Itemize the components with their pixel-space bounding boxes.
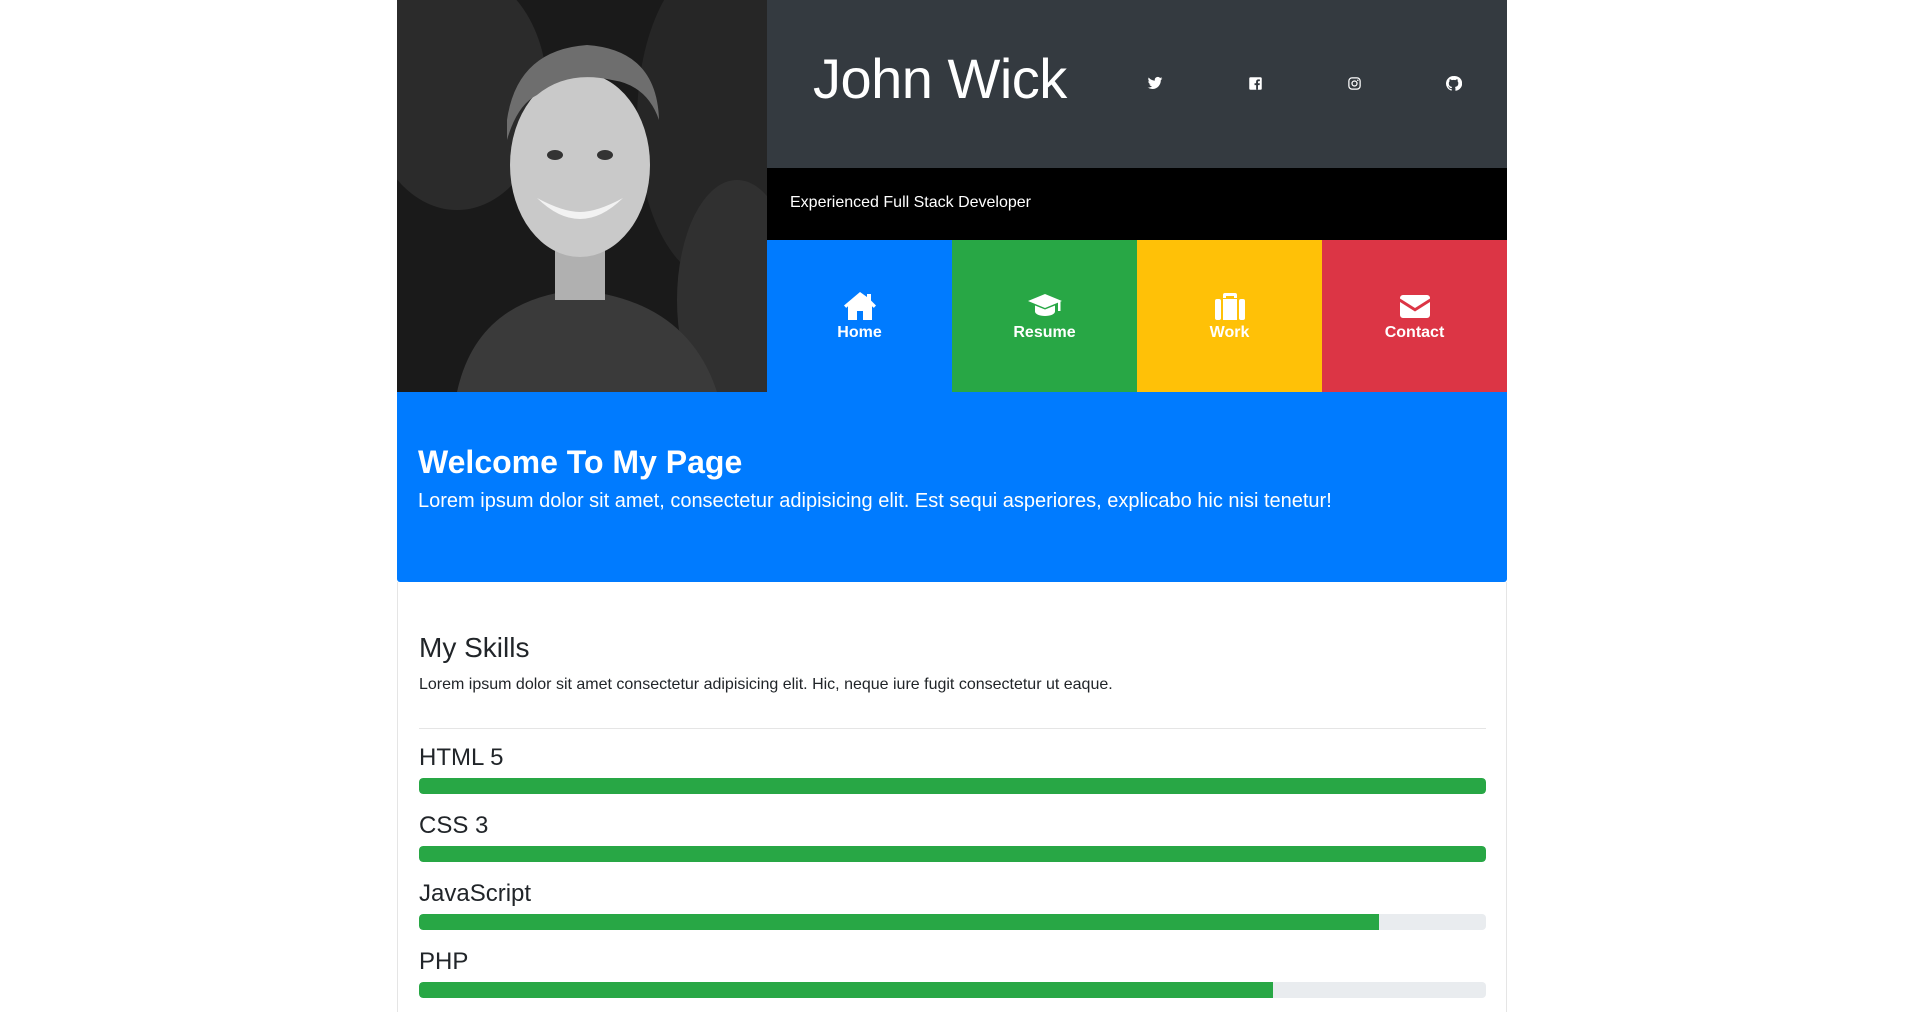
skill-label: CSS 3 <box>419 812 489 839</box>
progress-bar <box>419 778 1486 794</box>
nav-work[interactable]: Work <box>1137 240 1322 392</box>
progress-fill <box>419 846 1486 862</box>
briefcase-icon <box>1214 293 1245 320</box>
nav-work-label: Work <box>1209 324 1250 341</box>
github-link[interactable] <box>1442 72 1464 94</box>
welcome-banner: Welcome To My Page Lorem ipsum dolor sit… <box>397 392 1507 582</box>
progress-bar <box>419 914 1486 930</box>
progress-fill <box>419 914 1380 930</box>
github-icon <box>1445 75 1462 91</box>
instagram-link[interactable] <box>1343 72 1365 94</box>
facebook-link[interactable] <box>1244 72 1266 94</box>
page-container: John Wick Experienced Full Stack Develop… <box>397 0 1507 1012</box>
skill-label: HTML 5 <box>419 744 504 771</box>
progress-fill <box>419 778 1486 794</box>
progress-fill <box>419 982 1273 998</box>
nav-contact[interactable]: Contact <box>1322 240 1507 392</box>
tagline-text: Experienced Full Stack Developer <box>790 194 1032 211</box>
graduation-cap-icon <box>1027 294 1062 316</box>
skill-label: PHP <box>419 948 469 975</box>
nav-home[interactable]: Home <box>767 240 952 392</box>
progress-bar <box>419 846 1486 862</box>
skills-text: Lorem ipsum dolor sit amet consectetur a… <box>419 676 1113 693</box>
main-nav: Home Resume Work Contact <box>767 240 1507 392</box>
nav-home-label: Home <box>837 324 882 341</box>
skill-item: HTML 5 <box>419 744 1486 794</box>
envelope-icon <box>1399 295 1430 318</box>
nav-resume[interactable]: Resume <box>952 240 1137 392</box>
skill-item: CSS 3 <box>419 812 1486 862</box>
home-icon <box>843 292 876 320</box>
nav-resume-label: Resume <box>1013 324 1076 341</box>
divider <box>419 728 1486 729</box>
facebook-icon <box>1248 76 1262 90</box>
twitter-icon <box>1147 76 1163 89</box>
page-title: John Wick <box>813 47 1067 110</box>
skill-item: JavaScript <box>419 880 1486 930</box>
instagram-icon <box>1347 76 1361 90</box>
welcome-title: Welcome To My Page <box>418 444 743 480</box>
nav-contact-label: Contact <box>1384 324 1445 341</box>
skill-item: PHP <box>419 948 1486 998</box>
welcome-text: Lorem ipsum dolor sit amet, consectetur … <box>418 490 1332 512</box>
tagline-bar: Experienced Full Stack Developer <box>767 168 1507 240</box>
progress-bar <box>419 982 1486 998</box>
name-bar: John Wick <box>767 0 1507 168</box>
skill-label: JavaScript <box>419 880 532 907</box>
profile-photo <box>397 0 767 392</box>
skills-section: My Skills Lorem ipsum dolor sit amet con… <box>397 582 1507 1012</box>
twitter-link[interactable] <box>1144 72 1166 94</box>
skills-title: My Skills <box>419 632 530 663</box>
